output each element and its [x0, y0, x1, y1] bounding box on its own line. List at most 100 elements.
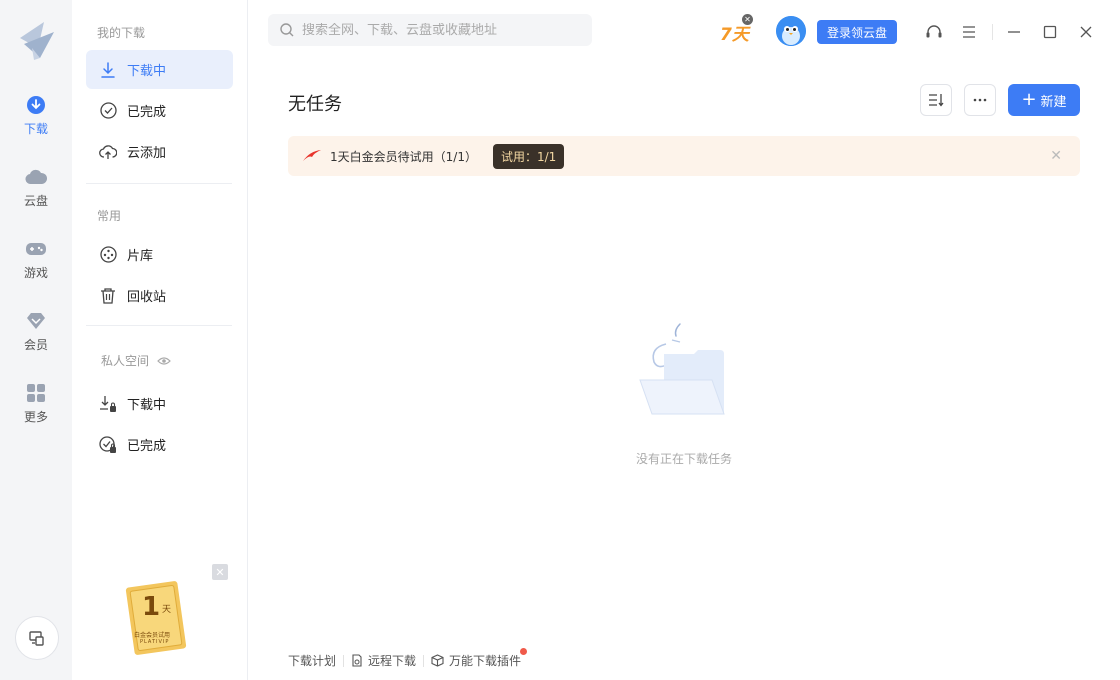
footer-item-label: 下载计划 — [288, 654, 337, 668]
headset-icon — [926, 25, 942, 38]
promo-unit: 天 — [162, 605, 172, 615]
new-task-button[interactable]: + 新建 — [1008, 84, 1080, 116]
footer-divider — [423, 654, 425, 667]
download-circle-icon — [25, 94, 47, 116]
sidebar-item-label: 已完成 — [127, 105, 167, 120]
footer-item-label: 万能下载插件 — [449, 654, 522, 668]
sidebar-item-label: 云添加 — [127, 146, 167, 161]
promo-text: 白金会员试用 — [134, 632, 171, 639]
hamburger-menu-icon — [963, 26, 975, 38]
icon-rail: 下载 云盘 游戏 会员 更多 — [0, 0, 72, 680]
more-dots-icon — [973, 98, 987, 102]
section-title-my-downloads: 我的下载 — [97, 26, 146, 40]
rail-label: 会员 — [23, 338, 48, 352]
promo-close-button[interactable]: ✕ — [212, 564, 228, 580]
banner-text: 1天白金会员待试用（1/1） — [330, 149, 477, 164]
sidebar-item-label: 下载中 — [127, 64, 167, 79]
grid-icon — [25, 382, 47, 404]
page-title: 无任务 — [288, 94, 342, 115]
sidebar-item-library[interactable]: 片库 — [86, 235, 233, 274]
lock-check-icon — [99, 435, 117, 454]
toolbar-divider — [992, 24, 993, 40]
download-arrow-icon — [99, 61, 117, 79]
sidebar-item-recycle-bin[interactable]: 回收站 — [86, 276, 233, 315]
plus-icon: + — [1021, 89, 1037, 110]
footer-item-label: 远程下载 — [368, 654, 417, 668]
footer-divider — [343, 654, 345, 667]
rail-item-cloud[interactable]: 云盘 — [0, 166, 72, 226]
sidebar-item-label: 片库 — [127, 249, 154, 264]
search-bar[interactable] — [268, 14, 592, 46]
avatar[interactable] — [776, 16, 806, 46]
footer-toolbar: 下载计划 远程下载 万能下载插件 — [288, 648, 528, 669]
sidebar-item-completed[interactable]: 已完成 — [86, 91, 233, 130]
sidebar-item-downloading[interactable]: 下载中 — [86, 50, 233, 89]
support-button[interactable] — [924, 22, 944, 42]
close-icon: ✕ — [1050, 148, 1062, 164]
minimize-button[interactable] — [1004, 22, 1024, 42]
divider — [86, 183, 232, 184]
close-icon: ✕ — [744, 15, 751, 24]
vip-trial-banner[interactable]: 1天白金会员待试用（1/1） 试用：1/1 ✕ — [288, 136, 1080, 176]
sort-icon — [929, 94, 944, 107]
trash-icon — [99, 287, 117, 305]
eye-icon[interactable] — [157, 356, 171, 366]
universal-plugin-link[interactable]: 万能下载插件 — [431, 648, 528, 669]
search-input[interactable] — [302, 22, 582, 38]
rail-item-download[interactable]: 下载 — [0, 94, 72, 154]
download-schedule-link[interactable]: 下载计划 — [288, 652, 336, 669]
sidebar-item-label: 回收站 — [127, 290, 167, 305]
sort-button[interactable] — [920, 84, 952, 116]
sidebar-item-cloud-add[interactable]: 云添加 — [86, 132, 233, 171]
sidebar-item-private-downloading[interactable]: 下载中 — [86, 384, 233, 423]
maximize-button[interactable] — [1040, 22, 1060, 42]
section-title-common: 常用 — [97, 209, 122, 223]
cloud-upload-icon — [99, 143, 117, 161]
maximize-icon — [1043, 25, 1057, 39]
section-title-private-label: 私人空间 — [101, 354, 150, 368]
device-switch-button[interactable] — [15, 616, 59, 660]
lock-download-icon — [99, 395, 117, 413]
rail-item-more[interactable]: 更多 — [0, 382, 72, 442]
rail-item-games[interactable]: 游戏 — [0, 238, 72, 298]
sidebar-item-label: 已完成 — [127, 439, 167, 454]
sidebar-item-label: 下载中 — [127, 398, 167, 413]
new-task-label: 新建 — [1040, 94, 1067, 110]
empty-state-text: 没有正在下载任务 — [636, 452, 733, 466]
rail-label: 下载 — [23, 122, 48, 136]
diamond-icon — [25, 310, 47, 332]
rail-item-vip[interactable]: 会员 — [0, 310, 72, 370]
section-title-private: 私人空间 — [101, 352, 171, 369]
rail-label: 游戏 — [23, 266, 48, 280]
promo-number: 1 — [142, 592, 161, 622]
notification-dot — [520, 648, 528, 655]
rail-label: 云盘 — [23, 194, 48, 208]
remote-download-link[interactable]: 远程下载 — [351, 652, 416, 669]
close-icon: ✕ — [215, 565, 225, 579]
check-circle-icon — [99, 102, 117, 120]
cube-icon — [431, 654, 444, 667]
cloud-icon — [25, 166, 47, 188]
search-icon — [280, 23, 294, 37]
divider — [86, 325, 232, 326]
bird-logo-icon — [303, 150, 321, 161]
menu-button[interactable] — [959, 22, 979, 42]
gamepad-icon — [25, 238, 47, 260]
empty-state-illustration — [636, 318, 736, 428]
seven-day-badge-close-button[interactable]: ✕ — [742, 14, 753, 25]
minimize-icon — [1008, 31, 1020, 33]
trial-badge[interactable]: 试用：1/1 — [492, 143, 565, 169]
device-icon — [29, 631, 44, 646]
vip-trial-promo-card[interactable]: 1 天 白金会员试用 PLATIVIP — [124, 580, 188, 656]
film-reel-icon — [99, 246, 117, 264]
close-icon — [1080, 26, 1092, 38]
login-cloud-button[interactable]: 登录领云盘 — [817, 20, 897, 44]
more-options-button[interactable] — [964, 84, 996, 116]
banner-close-button[interactable]: ✕ — [1050, 148, 1062, 164]
app-logo — [20, 22, 54, 60]
promo-sub: PLATIVIP — [140, 639, 170, 645]
sidebar-item-private-completed[interactable]: 已完成 — [86, 425, 233, 464]
close-window-button[interactable] — [1076, 22, 1096, 42]
remote-device-icon — [351, 654, 363, 667]
rail-label: 更多 — [23, 410, 48, 424]
